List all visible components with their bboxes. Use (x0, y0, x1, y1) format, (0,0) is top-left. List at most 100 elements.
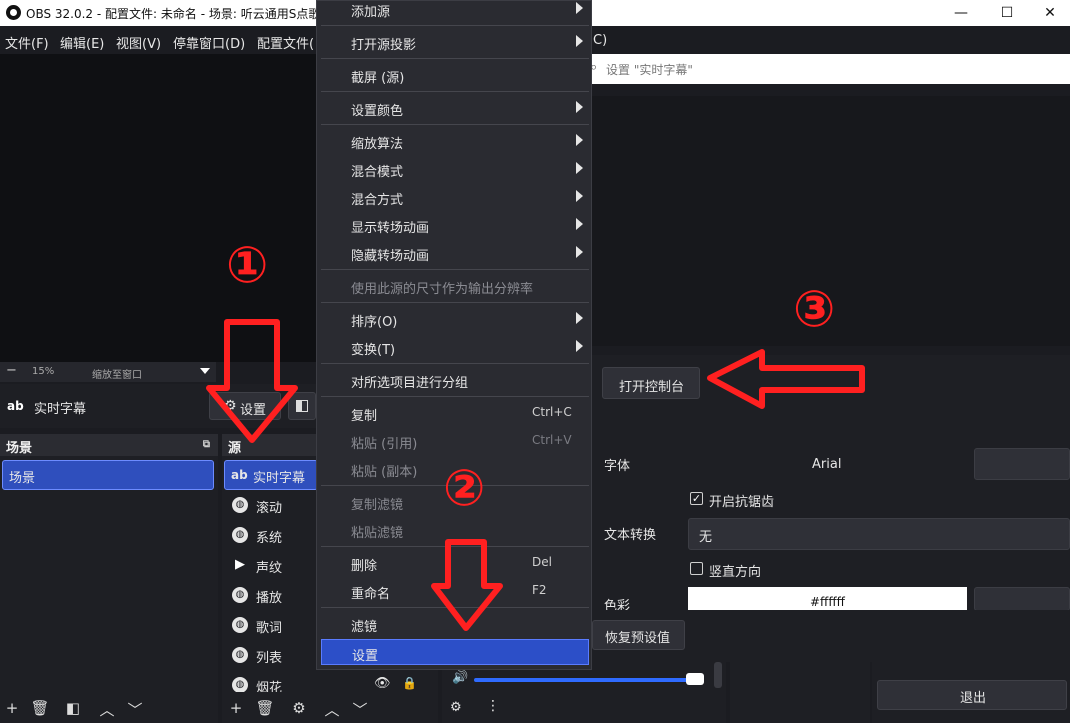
scene-item[interactable]: 场景 (2, 460, 214, 490)
menu-separator (321, 25, 589, 26)
add-scene-icon[interactable]: + (2, 699, 22, 717)
menu-separator (321, 269, 589, 270)
menu-hide-transition[interactable]: 隐藏转场动画 (321, 240, 589, 266)
zoom-bar: − 15% 缩放至窗口 (0, 362, 216, 382)
menu-order[interactable]: 排序(O) (321, 306, 589, 332)
text-transform-label: 文本转换 (604, 528, 657, 543)
menu-resize-output-label: 使用此源的尺寸作为输出分辨率 (351, 282, 534, 297)
menu-filters-label: 滤镜 (351, 620, 378, 635)
move-scene-up-icon[interactable]: ︿ (97, 699, 117, 720)
font-value: Arial (812, 457, 842, 472)
menu-delete-label: 删除 (351, 559, 378, 574)
source-item[interactable]: ◍ 播放 (224, 580, 318, 610)
remove-source-icon[interactable]: 🗑 (255, 699, 275, 717)
menu-open-projector-label: 打开源投影 (351, 38, 417, 53)
zoom-out-button[interactable]: − (6, 363, 17, 378)
menu-edit[interactable]: 编辑(E) (60, 33, 104, 52)
menu-separator (321, 396, 589, 397)
menu-group[interactable]: 对所选项目进行分组 (321, 367, 589, 393)
move-scene-down-icon[interactable]: ﹀ (125, 699, 145, 720)
menu-docks[interactable]: 停靠窗口(D) (173, 33, 245, 52)
menu-delete-shortcut: Del (532, 555, 552, 569)
menu-scale-filter[interactable]: 缩放算法 (321, 128, 589, 154)
add-source-icon[interactable]: + (226, 699, 246, 717)
menu-separator (321, 302, 589, 303)
menu-paste-reference[interactable]: 粘贴 (引用) Ctrl+V (321, 428, 589, 454)
move-source-down-icon[interactable]: ﹀ (350, 699, 370, 720)
menu-hide-transition-label: 隐藏转场动画 (351, 249, 430, 264)
source-item[interactable]: ▶ 声纹 (224, 550, 318, 580)
volume-slider-handle[interactable] (686, 673, 704, 685)
open-console-label: 打开控制台 (619, 380, 685, 395)
annotation-arrow-left-3 (707, 349, 865, 409)
minimize-button[interactable]: — (938, 0, 984, 26)
menu-open-projector[interactable]: 打开源投影 (321, 29, 589, 55)
mixer-settings-icon[interactable]: ⚙ (450, 700, 462, 715)
source-item[interactable]: ◍ 列表 (224, 640, 318, 670)
properties-search[interactable]: ⌕ 设置 "实时字幕" (586, 54, 1070, 84)
volume-slider[interactable] (474, 678, 704, 682)
audio-mixer-dock: 🔊 ⚙ ⋮ (442, 662, 726, 723)
scenes-footer: + 🗑 ◧ ︿ ﹀ (0, 694, 218, 723)
exit-button[interactable]: 退出 (877, 680, 1067, 710)
text-icon: ab (231, 468, 248, 482)
vertical-checkbox[interactable] (690, 562, 703, 575)
menu-show-transition-label: 显示转场动画 (351, 221, 430, 236)
menu-scene-collection[interactable]: C) (593, 33, 607, 48)
source-item[interactable]: ◍ 系统 (224, 520, 318, 550)
close-button[interactable]: ✕ (1030, 0, 1070, 26)
text-transform-select[interactable]: 无 (688, 518, 1070, 550)
source-item[interactable]: ◍ 歌词 (224, 610, 318, 640)
remove-scene-icon[interactable]: 🗑 (30, 699, 50, 717)
source-properties-icon[interactable]: ⚙ (289, 699, 309, 717)
menu-blend-method[interactable]: 混合方式 (321, 184, 589, 210)
scene-filters-icon[interactable]: ◧ (63, 699, 83, 717)
select-color-button[interactable] (974, 587, 1070, 611)
submenu-arrow-icon (576, 162, 583, 174)
menu-file[interactable]: 文件(F) (5, 33, 49, 52)
menu-copy-label: 复制 (351, 409, 378, 424)
menu-add-source[interactable]: 添加源 (321, 0, 589, 22)
eye-icon[interactable]: 👁 (374, 676, 391, 691)
source-item-label: 声纹 (256, 561, 283, 576)
source-item[interactable]: ◍ 滚动 (224, 490, 318, 520)
lock-icon[interactable]: 🔒 (402, 676, 417, 690)
menu-profile[interactable]: 配置文件( (257, 33, 314, 52)
scenes-title: 场景 (6, 441, 33, 456)
defaults-button[interactable]: 恢复预设值 (592, 620, 685, 650)
preview-canvas[interactable] (0, 54, 316, 362)
globe-icon: ◍ (232, 677, 248, 692)
menu-set-color[interactable]: 设置颜色 (321, 95, 589, 121)
submenu-arrow-icon (576, 35, 583, 47)
antialias-label: 开启抗锯齿 (709, 495, 775, 510)
mixer-menu-icon[interactable]: ⋮ (486, 698, 500, 714)
menu-paste-duplicate-label: 粘贴 (副本) (351, 465, 418, 480)
menu-view[interactable]: 视图(V) (116, 33, 161, 52)
source-item[interactable]: ab 实时字幕 (224, 460, 318, 490)
speaker-icon[interactable]: 🔊 (452, 670, 468, 685)
window-title: OBS 32.0.2 - 配置文件: 未命名 - 场景: 听云通用S点歌 (26, 7, 321, 21)
menu-transform[interactable]: 变换(T) (321, 334, 589, 360)
globe-icon: ◍ (232, 617, 248, 633)
open-console-button[interactable]: 打开控制台 (602, 367, 700, 399)
select-font-button[interactable] (974, 448, 1070, 480)
mixer-scrollbar[interactable] (714, 662, 722, 688)
maximize-button[interactable]: ☐ (984, 0, 1030, 26)
menu-add-source-label: 添加源 (351, 5, 391, 20)
menu-properties[interactable]: 设置 (321, 639, 589, 665)
menu-blend-mode[interactable]: 混合模式 (321, 156, 589, 182)
source-item[interactable]: ◍ 烟花 👁 🔒 (224, 670, 436, 692)
menu-screenshot[interactable]: 截屏 (源) (321, 62, 589, 88)
submenu-arrow-icon (576, 134, 583, 146)
menu-resize-output[interactable]: 使用此源的尺寸作为输出分辨率 (321, 273, 589, 299)
menu-show-transition[interactable]: 显示转场动画 (321, 212, 589, 238)
menu-copy-shortcut: Ctrl+C (532, 405, 572, 419)
menu-separator (321, 363, 589, 364)
move-source-up-icon[interactable]: ︿ (322, 699, 342, 720)
text-source-icon: ab (7, 399, 24, 413)
menu-copy[interactable]: 复制 Ctrl+C (321, 400, 589, 426)
antialias-checkbox[interactable]: ✓ (690, 492, 703, 505)
menu-separator (321, 124, 589, 125)
color-value: #ffffff (810, 595, 845, 609)
source-item-label: 实时字幕 (253, 471, 306, 486)
